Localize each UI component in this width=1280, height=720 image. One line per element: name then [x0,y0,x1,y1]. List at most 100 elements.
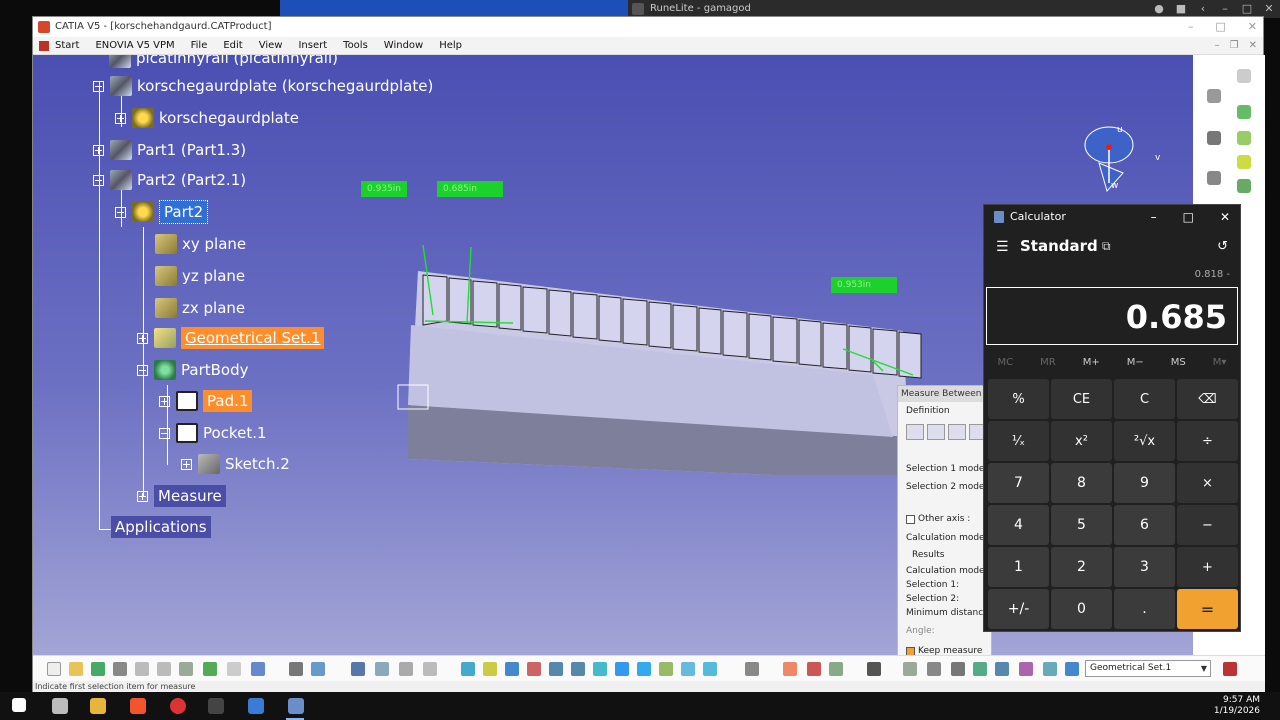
backspace-button[interactable]: ⌫ [1177,379,1238,419]
tree-node-zx-plane[interactable]: zx plane [155,297,245,319]
menu-window[interactable]: Window [376,37,431,54]
memory-add-button[interactable]: M+ [1083,349,1100,377]
cut-icon[interactable] [135,662,149,676]
tree-node-part2-instance[interactable]: Part2 (Part2.1) [93,169,246,191]
brave-browser-icon[interactable] [130,698,146,714]
history-icon[interactable]: ↺ [1217,239,1228,254]
expand-icon[interactable] [181,458,192,470]
tool-icon[interactable] [1207,131,1221,145]
maximize-icon[interactable]: □ [1215,17,1225,37]
tool-icon[interactable] [399,662,413,676]
menu-edit[interactable]: Edit [215,37,250,54]
digit-1-button[interactable]: 1 [988,547,1049,587]
digit-2-button[interactable]: 2 [1051,547,1112,587]
measure-chain-icon[interactable] [927,424,945,440]
expand-icon[interactable] [137,332,148,344]
close-icon[interactable]: ✕ [1248,17,1257,37]
maximize-icon[interactable]: □ [1183,205,1194,229]
help-icon[interactable] [251,662,265,676]
redo-icon[interactable] [227,662,241,676]
digit-4-button[interactable]: 4 [988,505,1049,545]
catia-taskbar-icon[interactable] [248,698,264,714]
tree-node-korschegaurdplate-instance[interactable]: korschegaurdplate (korschegaurdplate) [93,75,433,97]
memory-clear-button[interactable]: MC [998,349,1014,377]
file-explorer-icon[interactable] [90,698,106,714]
dimension-label-1[interactable]: 0.935in [361,181,407,197]
iso-view-icon[interactable] [615,662,629,676]
negate-button[interactable]: +/- [988,589,1049,629]
other-axis-checkbox-row[interactable]: Other axis : [906,514,970,524]
fly-mode-icon[interactable] [461,662,475,676]
collapse-icon[interactable] [115,206,126,218]
reciprocal-button[interactable]: ¹⁄ₓ [988,421,1049,461]
render-style-icon[interactable] [637,662,651,676]
taskbar-app-icon[interactable] [52,698,68,714]
close-icon[interactable]: ✕ [1220,205,1230,229]
divide-button[interactable]: ÷ [1177,421,1238,461]
tree-node-partbody[interactable]: PartBody [137,359,248,381]
open-icon[interactable] [69,662,83,676]
tree-node-part2[interactable]: Part2 [115,200,209,224]
other-axis-checkbox[interactable] [906,514,915,524]
memory-recall-button[interactable]: MR [1040,349,1056,377]
calculator-titlebar[interactable]: Calculator – □ ✕ [984,205,1240,229]
tool-icon[interactable] [1065,662,1079,676]
tree-node-pocket[interactable]: Pocket.1 [159,422,267,444]
tool-icon[interactable] [1237,179,1251,193]
tool-icon[interactable] [973,662,987,676]
collapse-icon[interactable] [93,80,104,92]
pan-icon[interactable] [505,662,519,676]
collapse-icon[interactable] [137,364,148,376]
doc-close-icon[interactable]: ✕ [1249,37,1257,54]
expand-icon[interactable] [137,490,148,502]
compass[interactable]: u v w [1083,123,1163,203]
dimension-label-2[interactable]: 0.685in [437,181,503,197]
expand-icon[interactable] [93,144,104,156]
tree-node-applications[interactable]: Applications [111,516,211,538]
normal-view-icon[interactable] [593,662,607,676]
tree-node-geometrical-set[interactable]: Geometrical Set.1 [137,327,325,349]
digit-3-button[interactable]: 3 [1114,547,1175,587]
keep-on-top-icon[interactable]: ⧉ [1102,239,1111,254]
digit-9-button[interactable]: 9 [1114,463,1175,503]
capture-icon[interactable] [867,662,881,676]
catia-titlebar[interactable]: CATIA V5 - [korschehandgaurd.CATProduct]… [33,17,1263,37]
menu-insert[interactable]: Insert [290,37,335,54]
square-button[interactable]: x² [1051,421,1112,461]
tool-icon[interactable] [807,662,821,676]
swap-space-icon[interactable] [681,662,695,676]
menu-tools[interactable]: Tools [335,37,376,54]
multiply-button[interactable]: × [1177,463,1238,503]
digit-0-button[interactable]: 0 [1051,589,1112,629]
dimension-label-3[interactable]: 0.953in [831,277,897,293]
tool-icon[interactable] [1237,69,1251,83]
tool-icon[interactable] [995,662,1009,676]
expand-icon[interactable] [115,112,126,124]
tree-node-sketch[interactable]: Sketch.2 [181,453,290,475]
tool-icon[interactable] [1237,155,1251,169]
tool-icon[interactable] [1207,89,1221,103]
equals-button[interactable]: = [1177,589,1238,629]
menu-file[interactable]: File [183,37,216,54]
geometrical-set-select[interactable]: Geometrical Set.1 [1085,660,1211,677]
tree-node-part1[interactable]: Part1 (Part1.3) [93,139,246,161]
tool-icon[interactable] [1043,662,1057,676]
collapse-icon[interactable] [93,174,104,186]
memory-list-button[interactable]: M▾ [1213,349,1227,377]
fit-all-icon[interactable] [483,662,497,676]
new-icon[interactable] [47,662,61,676]
tree-tool-icon[interactable] [375,662,389,676]
tool-icon[interactable] [903,662,917,676]
doc-restore-icon[interactable]: ❐ [1230,37,1239,54]
paste-icon[interactable] [179,662,193,676]
tool-icon[interactable] [783,662,797,676]
clear-button[interactable]: C [1114,379,1175,419]
tool-icon[interactable] [927,662,941,676]
hide-show-icon[interactable] [659,662,673,676]
menu-view[interactable]: View [251,37,291,54]
tool-icon[interactable] [1207,171,1221,185]
measure-fan-icon[interactable] [948,424,966,440]
collapse-icon[interactable] [159,427,170,439]
tree-node-pad[interactable]: Pad.1 [159,390,253,412]
measure-between-icon[interactable] [906,424,924,440]
